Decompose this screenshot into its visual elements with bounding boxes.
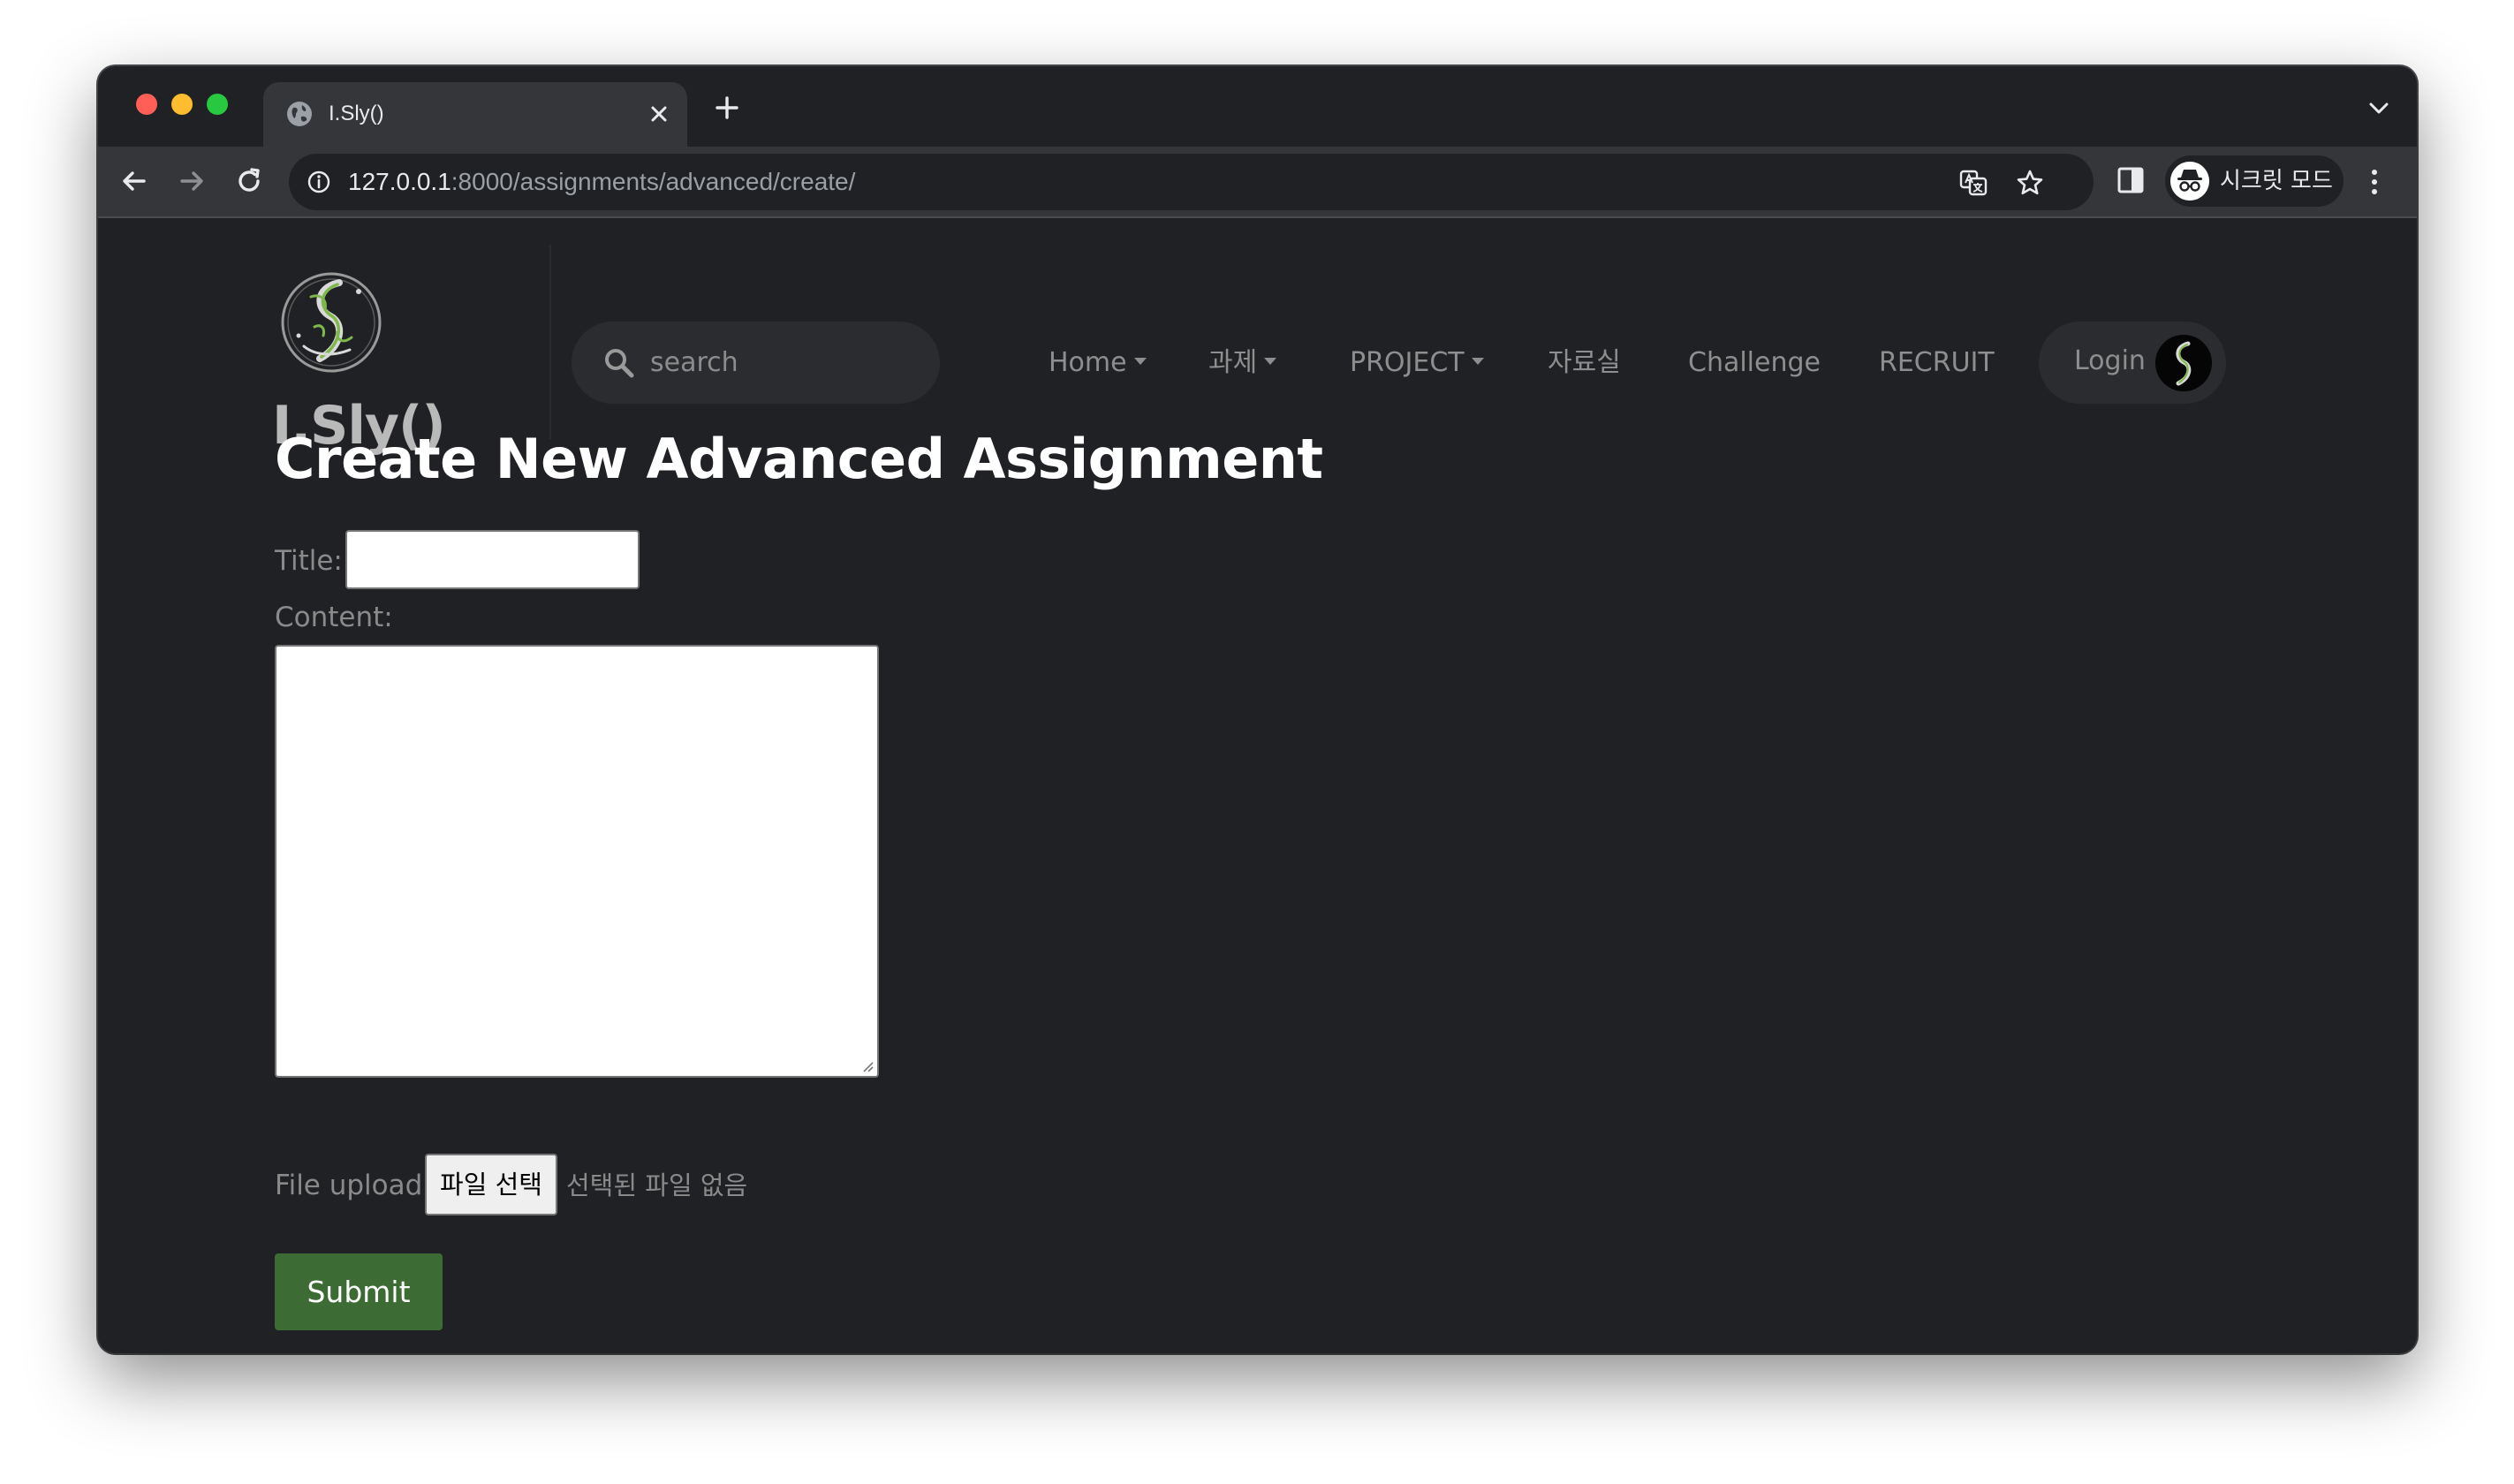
browser-tab[interactable]: I.Sly() [263, 82, 687, 147]
nav-assignments-label: 과제 [1208, 347, 1258, 378]
plus-icon[interactable] [713, 94, 741, 122]
nav-home[interactable]: Home [1049, 348, 1147, 378]
caret-down-icon [1133, 357, 1147, 365]
login-label: Login [2074, 345, 2146, 376]
file-upload-label: File upload: [275, 1170, 432, 1201]
file-status: 선택된 파일 없음 [566, 1170, 748, 1200]
reload-icon[interactable] [232, 164, 266, 198]
nav-assignments[interactable]: 과제 [1208, 347, 1277, 378]
choose-file-button[interactable]: 파일 선택 [425, 1154, 557, 1215]
incognito-icon [2170, 162, 2209, 201]
url-path: :8000/assignments/advanced/create/ [451, 168, 856, 195]
search-placeholder[interactable]: search [650, 348, 738, 378]
chevron-down-icon[interactable] [2367, 98, 2390, 117]
globe-icon [287, 102, 312, 126]
incognito-profile-button[interactable]: 시크릿 모드 [2165, 155, 2344, 207]
caret-down-icon [1471, 357, 1484, 365]
title-input[interactable] [345, 530, 640, 589]
title-label: Title: [275, 545, 343, 577]
star-icon[interactable] [2015, 168, 2045, 198]
browser-toolbar: 127.0.0.1:8000/assignments/advanced/crea… [98, 147, 2417, 218]
url-text[interactable]: 127.0.0.1:8000/assignments/advanced/crea… [348, 167, 855, 197]
tab-strip: I.Sly() [98, 66, 2417, 147]
login-button[interactable]: Login [2039, 322, 2226, 404]
maximize-window-button[interactable] [207, 94, 228, 115]
page-title: Create New Advanced Assignment [275, 427, 1323, 491]
resize-handle-icon[interactable] [859, 1058, 874, 1072]
info-icon[interactable] [307, 170, 331, 194]
nav-library[interactable]: 자료실 [1548, 348, 1621, 378]
search-icon [605, 349, 634, 378]
close-icon[interactable] [647, 102, 671, 126]
minimize-window-button[interactable] [171, 94, 193, 115]
more-vert-icon[interactable] [2369, 166, 2380, 198]
close-window-button[interactable] [136, 94, 157, 115]
back-arrow-icon[interactable] [117, 164, 151, 198]
logo-icon[interactable] [279, 270, 383, 375]
side-panel-icon[interactable] [2115, 164, 2147, 196]
url-host: 127.0.0.1 [348, 168, 451, 195]
content-textarea[interactable] [275, 645, 879, 1078]
nav-recruit[interactable]: RECRUIT [1879, 348, 1995, 378]
address-bar[interactable]: 127.0.0.1:8000/assignments/advanced/crea… [289, 154, 2094, 210]
search-box[interactable]: search [572, 322, 940, 404]
nav-challenge[interactable]: Challenge [1688, 348, 1821, 378]
browser-window: I.Sly() 127.0.0.1:8000/assignments/advan… [98, 66, 2417, 1353]
content-label: Content: [275, 602, 393, 633]
caret-down-icon [1264, 357, 1277, 365]
submit-button[interactable]: Submit [275, 1253, 443, 1330]
nav-project-label: PROJECT [1350, 347, 1465, 378]
translate-icon[interactable] [1958, 168, 1988, 198]
forward-arrow-icon[interactable] [175, 164, 208, 198]
header-divider [549, 245, 551, 439]
nav-home-label: Home [1049, 347, 1127, 378]
page-content: I.Sly() search Home 과제 PROJECT 자료실 Chall… [98, 218, 2417, 1353]
incognito-label: 시크릿 모드 [2220, 168, 2333, 194]
user-avatar-icon [2155, 335, 2212, 391]
tab-title: I.Sly() [329, 102, 384, 125]
nav-project[interactable]: PROJECT [1350, 348, 1484, 378]
